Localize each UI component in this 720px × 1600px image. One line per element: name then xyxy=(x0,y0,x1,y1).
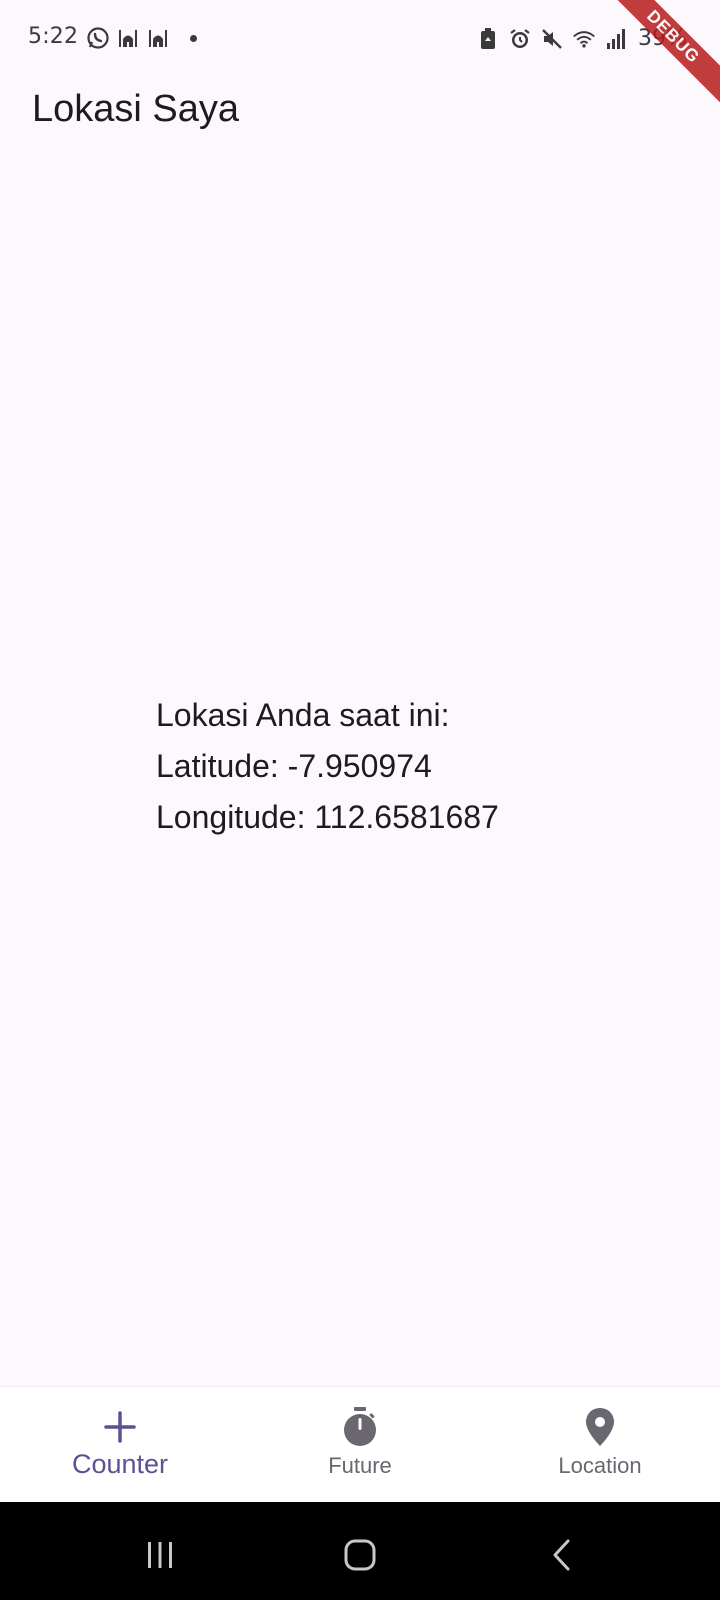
bottom-navigation-bar: Counter Future Location xyxy=(0,1386,720,1502)
location-heading: Lokasi Anda saat ini: xyxy=(156,697,450,733)
status-left-icons xyxy=(86,26,197,50)
home-button[interactable] xyxy=(340,1538,380,1572)
wifi-icon xyxy=(572,27,596,51)
whatsapp-icon xyxy=(86,26,110,50)
nav-label-future: Future xyxy=(328,1453,392,1478)
latitude-text: Latitude: -7.950974 xyxy=(156,748,432,784)
status-time: 5:22 xyxy=(28,24,79,49)
location-info: Lokasi Anda saat ini: Latitude: -7.95097… xyxy=(156,690,499,843)
recent-apps-button[interactable] xyxy=(140,1538,180,1572)
mosque-icon xyxy=(146,26,170,50)
battery-saver-icon xyxy=(476,27,500,51)
nav-item-counter[interactable]: Counter xyxy=(0,1387,240,1502)
back-button[interactable] xyxy=(542,1538,582,1572)
mute-icon xyxy=(540,27,564,51)
timer-icon xyxy=(340,1407,380,1447)
page-title: Lokasi Saya xyxy=(32,88,240,130)
system-navigation-bar xyxy=(0,1502,720,1600)
longitude-text: Longitude: 112.6581687 xyxy=(156,799,499,835)
nav-label-location: Location xyxy=(558,1453,642,1478)
mosque-icon xyxy=(116,26,140,50)
status-bar: 5:22 39% xyxy=(0,0,720,80)
nav-item-future[interactable]: Future xyxy=(240,1387,480,1502)
location-pin-icon xyxy=(583,1407,617,1447)
nav-label-counter: Counter xyxy=(71,1449,169,1479)
alarm-icon xyxy=(508,27,532,51)
notification-dot xyxy=(190,34,197,42)
nav-item-location[interactable]: Location xyxy=(480,1387,720,1502)
signal-icon xyxy=(604,27,628,51)
add-icon xyxy=(103,1407,137,1447)
